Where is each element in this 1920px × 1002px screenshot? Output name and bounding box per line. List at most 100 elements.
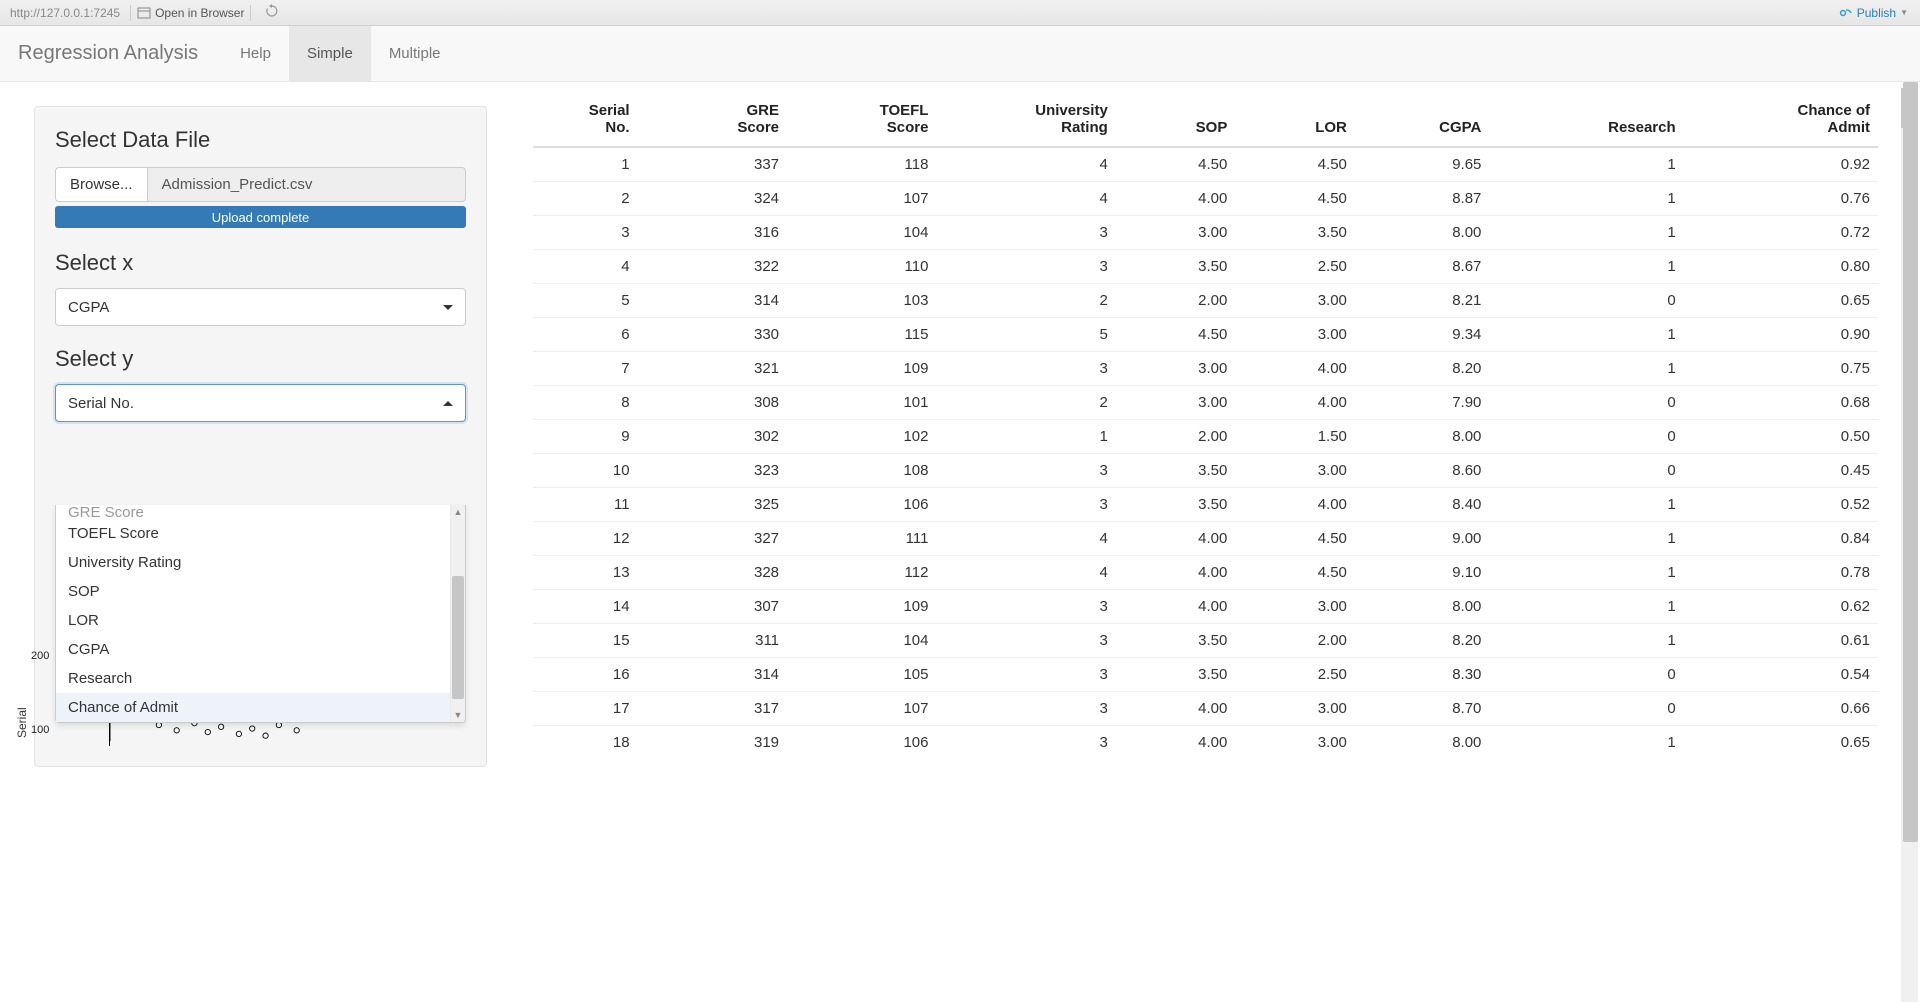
table-cell: 311 — [638, 624, 787, 658]
col-header: GREScore — [638, 96, 787, 147]
table-cell: 101 — [787, 386, 936, 420]
table-cell: 0 — [1489, 420, 1683, 454]
table-cell: 3.50 — [1116, 624, 1236, 658]
table-cell: 9.65 — [1355, 147, 1490, 182]
table-cell: 5 — [533, 284, 638, 318]
nav-simple[interactable]: Simple — [289, 26, 371, 81]
dropdown-option-truncated[interactable]: GRE Score — [56, 505, 450, 519]
dropdown-option[interactable]: Research — [56, 664, 450, 693]
table-row: 1531110433.502.008.2010.61 — [533, 624, 1878, 658]
table-cell: 110 — [787, 250, 936, 284]
table-cell: 0.65 — [1684, 284, 1878, 318]
table-cell: 112 — [787, 556, 936, 590]
table-cell: 103 — [787, 284, 936, 318]
scroll-thumb[interactable] — [452, 576, 464, 699]
table-cell: 107 — [787, 182, 936, 216]
page-scrollbar[interactable] — [1903, 82, 1918, 1002]
table-cell: 8.30 — [1355, 658, 1490, 692]
table-cell: 0.75 — [1684, 352, 1878, 386]
table-cell: 111 — [787, 522, 936, 556]
table-cell: 3.00 — [1235, 726, 1355, 760]
table-cell: 8.20 — [1355, 352, 1490, 386]
table-cell: 7.90 — [1355, 386, 1490, 420]
dropdown-option[interactable]: University Rating — [56, 548, 450, 577]
scroll-down-icon[interactable]: ▼ — [451, 708, 465, 722]
scroll-up-icon[interactable]: ▲ — [451, 505, 465, 519]
table-cell: 13 — [533, 556, 638, 590]
table-cell: 327 — [638, 522, 787, 556]
table-cell: 1 — [1489, 182, 1683, 216]
plot-y-axis-label: Serial — [15, 707, 29, 738]
dropdown-option[interactable]: Chance of Admit — [56, 693, 450, 722]
table-cell: 18 — [533, 726, 638, 760]
table-cell: 1 — [1489, 216, 1683, 250]
app-navbar: Regression Analysis Help Simple Multiple — [0, 26, 1920, 82]
nav-help[interactable]: Help — [222, 26, 289, 81]
table-cell: 0.84 — [1684, 522, 1878, 556]
select-x-input[interactable]: CGPA — [55, 288, 466, 326]
table-cell: 105 — [787, 658, 936, 692]
table-cell: 8.70 — [1355, 692, 1490, 726]
nav-multiple[interactable]: Multiple — [371, 26, 459, 81]
table-cell: 8.00 — [1355, 420, 1490, 454]
table-cell: 9.00 — [1355, 522, 1490, 556]
table-cell: 4.00 — [1235, 352, 1355, 386]
publish-button[interactable]: Publish ▼ — [1833, 6, 1914, 20]
select-y-input[interactable]: Serial No. — [55, 384, 466, 422]
chevron-down-icon — [443, 305, 453, 310]
dropdown-scrollbar[interactable]: ▲ ▼ — [450, 505, 465, 722]
table-cell: 3 — [533, 216, 638, 250]
dropdown-option[interactable]: CGPA — [56, 635, 450, 664]
table-cell: 11 — [533, 488, 638, 522]
col-header: UniversityRating — [936, 96, 1115, 147]
file-section-label: Select Data File — [55, 127, 466, 153]
table-cell: 308 — [638, 386, 787, 420]
table-cell: 8.40 — [1355, 488, 1490, 522]
table-row: 1332811244.004.509.1010.78 — [533, 556, 1878, 590]
table-cell: 3.00 — [1235, 454, 1355, 488]
table-cell: 8.00 — [1355, 726, 1490, 760]
table-cell: 10 — [533, 454, 638, 488]
table-cell: 4.50 — [1116, 318, 1236, 352]
table-cell: 7 — [533, 352, 638, 386]
table-cell: 17 — [533, 692, 638, 726]
reload-button[interactable] — [265, 4, 279, 21]
dropdown-option[interactable]: LOR — [56, 606, 450, 635]
open-in-browser-button[interactable]: Open in Browser — [137, 6, 244, 20]
separator — [250, 5, 251, 21]
table-cell: 0.76 — [1684, 182, 1878, 216]
dropdown-option[interactable]: SOP — [56, 577, 450, 606]
table-row: 633011554.503.009.3410.90 — [533, 318, 1878, 352]
table-cell: 0.72 — [1684, 216, 1878, 250]
browse-button[interactable]: Browse... — [55, 167, 147, 202]
scroll-thumb[interactable] — [1903, 82, 1918, 842]
table-cell: 1 — [1489, 726, 1683, 760]
table-cell: 1 — [1489, 147, 1683, 182]
table-row: 930210212.001.508.0000.50 — [533, 420, 1878, 454]
col-header: SOP — [1116, 96, 1236, 147]
table-cell: 317 — [638, 692, 787, 726]
table-row: 732110933.004.008.2010.75 — [533, 352, 1878, 386]
table-cell: 0 — [1489, 658, 1683, 692]
table-cell: 4.00 — [1235, 386, 1355, 420]
table-cell: 323 — [638, 454, 787, 488]
table-cell: 3.00 — [1235, 284, 1355, 318]
table-cell: 1 — [1489, 590, 1683, 624]
table-cell: 3 — [936, 488, 1115, 522]
reload-icon — [265, 4, 279, 18]
table-cell: 8.87 — [1355, 182, 1490, 216]
table-cell: 9.34 — [1355, 318, 1490, 352]
table-cell: 0.65 — [1684, 726, 1878, 760]
table-cell: 2.00 — [1116, 420, 1236, 454]
table-cell: 1 — [533, 147, 638, 182]
table-row: 1032310833.503.008.6000.45 — [533, 454, 1878, 488]
table-cell: 8.60 — [1355, 454, 1490, 488]
data-table-panel: SerialNo. GREScore TOEFLScore University… — [505, 82, 1920, 1002]
table-cell: 1 — [1489, 318, 1683, 352]
table-cell: 0.78 — [1684, 556, 1878, 590]
table-cell: 3.00 — [1235, 590, 1355, 624]
table-cell: 0.66 — [1684, 692, 1878, 726]
dropdown-option[interactable]: TOEFL Score — [56, 519, 450, 548]
select-y-label: Select y — [55, 346, 466, 372]
table-cell: 8 — [533, 386, 638, 420]
